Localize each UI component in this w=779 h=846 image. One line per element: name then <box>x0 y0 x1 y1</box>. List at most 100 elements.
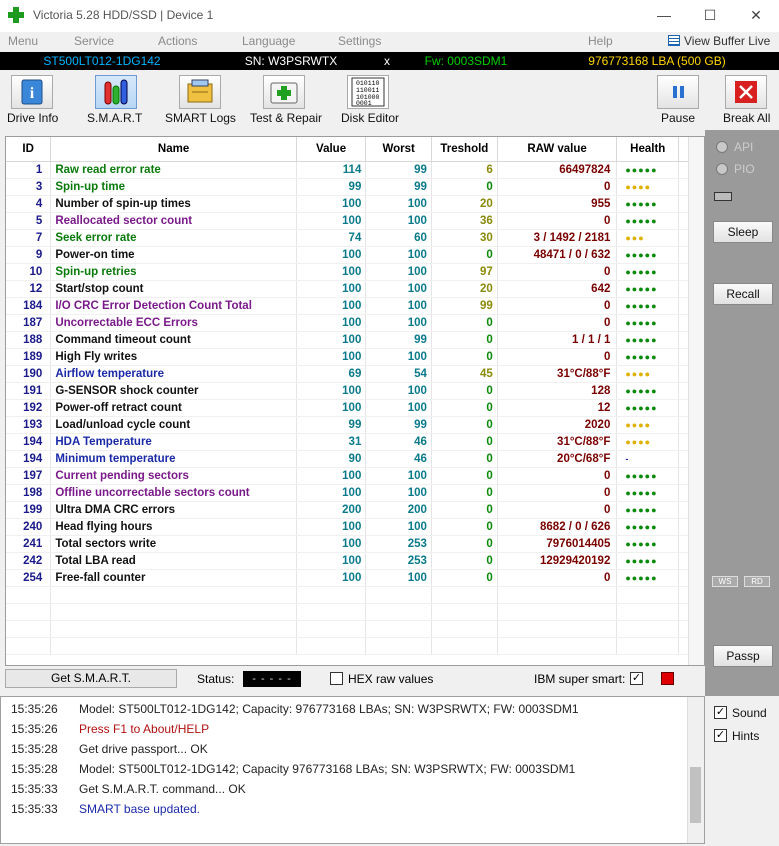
attr-name: Uncorrectable ECC Errors <box>50 314 297 332</box>
empty-cell <box>6 603 52 621</box>
table-row[interactable]: 12 Start/stop count 100 100 20 642 ●●●●● <box>6 280 704 298</box>
menu-actions[interactable]: Actions <box>158 34 197 48</box>
empty-cell <box>365 586 432 604</box>
device-close-button[interactable]: x <box>380 53 394 69</box>
smart-button[interactable] <box>95 75 137 109</box>
col-raw-header[interactable]: RAW value <box>497 137 618 162</box>
attr-raw: 3 / 1492 / 2181 <box>497 229 618 247</box>
hex-raw-checkbox[interactable] <box>330 672 343 685</box>
api-radio[interactable] <box>716 141 728 153</box>
table-row[interactable]: 5 Reallocated sector count 100 100 36 0 ●●●●● <box>6 212 704 230</box>
empty-cell <box>616 586 680 604</box>
passport-button[interactable]: Passp <box>713 645 773 667</box>
table-row[interactable]: 191 G-SENSOR shock counter 100 100 0 128 ●●●●● <box>6 382 704 400</box>
sleep-button[interactable]: Sleep <box>713 221 773 243</box>
disk-editor-button[interactable]: 010110 110011 101000 0001 <box>347 75 389 109</box>
toolbar: i Drive Info S.M.A.R.T SMART Logs Test &… <box>0 70 779 130</box>
log-time: 15:35:33 <box>11 782 58 796</box>
col-worst-header[interactable]: Worst <box>365 137 432 162</box>
table-row[interactable]: 4 Number of spin-up times 100 100 20 955 ●●●●● <box>6 195 704 213</box>
empty-cell <box>6 586 52 604</box>
attr-name: Seek error rate <box>50 229 297 247</box>
menu-settings[interactable]: Settings <box>338 34 381 48</box>
attr-raw: 48471 / 0 / 632 <box>497 246 618 264</box>
test-repair-button[interactable] <box>263 75 305 109</box>
attr-health: ●●●●● <box>616 518 680 536</box>
table-row[interactable]: 190 Airflow temperature 69 54 45 31°C/88°F ●●●… <box>6 365 704 383</box>
rd-button[interactable]: RD <box>744 576 770 587</box>
ibm-super-smart-checkbox[interactable]: ✓ <box>630 672 643 685</box>
col-id-header[interactable]: ID <box>6 137 52 162</box>
col-health-header[interactable]: Health <box>616 137 680 162</box>
table-row[interactable]: 1 Raw read error rate 114 99 6 66497824 ●●●●● <box>6 161 704 179</box>
hints-checkbox[interactable]: ✓ <box>714 729 727 742</box>
table-row[interactable]: 9 Power-on time 100 100 0 48471 / 0 / 632 ●●●●… <box>6 246 704 264</box>
table-row[interactable]: 184 I/O CRC Error Detection Count Total 10… <box>6 297 704 315</box>
col-name-header[interactable]: Name <box>50 137 297 162</box>
col-threshold-header[interactable]: Treshold <box>431 137 498 162</box>
table-row[interactable]: 254 Free-fall counter 100 100 0 0 ●●●●● <box>6 569 704 587</box>
pio-radio[interactable] <box>716 163 728 175</box>
attr-health: ●●●● <box>616 416 680 434</box>
table-scrollbar[interactable] <box>688 137 704 665</box>
table-row[interactable]: 194 Minimum temperature 90 46 0 20°C/68°F - <box>6 450 704 468</box>
attr-value: 100 <box>296 484 367 502</box>
table-row[interactable]: 199 Ultra DMA CRC errors 200 200 0 0 ●●●●● <box>6 501 704 519</box>
binary-editor-icon: 010110 110011 101000 0001 <box>351 77 385 107</box>
table-row[interactable]: 240 Head flying hours 100 100 0 8682 / 0 / 62… <box>6 518 704 536</box>
minimize-button[interactable]: — <box>641 0 687 30</box>
attr-name: G-SENSOR shock counter <box>50 382 297 400</box>
attr-health: ●●●●● <box>616 382 680 400</box>
attr-worst: 100 <box>365 518 432 536</box>
attr-worst: 99 <box>365 331 432 349</box>
table-row[interactable]: 3 Spin-up time 99 99 0 0 ●●●● <box>6 178 704 196</box>
close-window-button[interactable]: ✕ <box>733 0 779 30</box>
menu-service[interactable]: Service <box>74 34 114 48</box>
table-row[interactable]: 241 Total sectors write 100 253 0 7976014405 ●… <box>6 535 704 553</box>
attr-worst: 100 <box>365 212 432 230</box>
table-row[interactable]: 7 Seek error rate 74 60 30 3 / 1492 / 2181 ●●● <box>6 229 704 247</box>
recall-button[interactable]: Recall <box>713 283 773 305</box>
table-row[interactable]: 193 Load/unload cycle count 99 99 0 2020 ●●●● <box>6 416 704 434</box>
drive-info-button[interactable]: i <box>11 75 53 109</box>
pause-button[interactable] <box>657 75 699 109</box>
table-row[interactable]: 242 Total LBA read 100 253 0 12929420192 ●●●●● <box>6 552 704 570</box>
sound-checkbox[interactable]: ✓ <box>714 706 727 719</box>
table-row[interactable]: 189 High Fly writes 100 100 0 0 ●●●●● <box>6 348 704 366</box>
table-row[interactable]: 10 Spin-up retries 100 100 97 0 ●●●●● <box>6 263 704 281</box>
ws-button[interactable]: WS <box>712 576 738 587</box>
menu-menu[interactable]: Menu <box>8 34 38 48</box>
table-row[interactable]: 188 Command timeout count 100 99 0 1 / 1 / 1 ●… <box>6 331 704 349</box>
log-time: 15:35:26 <box>11 702 58 716</box>
attr-threshold: 0 <box>431 552 498 570</box>
attr-raw: 31°C/88°F <box>497 433 618 451</box>
attr-raw: 955 <box>497 195 618 213</box>
menu-help[interactable]: Help <box>588 34 613 48</box>
col-value-header[interactable]: Value <box>296 137 367 162</box>
drive-info-label: Drive Info <box>7 111 59 125</box>
maximize-button[interactable]: ☐ <box>687 0 733 30</box>
view-buffer-live[interactable]: View Buffer Live <box>668 34 770 48</box>
get-smart-button[interactable]: Get S.M.A.R.T. <box>5 669 177 688</box>
attr-id: 198 <box>6 484 52 502</box>
table-row[interactable]: 187 Uncorrectable ECC Errors 100 100 0 0 ●●●●● <box>6 314 704 332</box>
smart-logs-button[interactable] <box>179 75 221 109</box>
log-message: Get S.M.A.R.T. command... OK <box>79 782 246 796</box>
empty-cell <box>6 637 52 655</box>
attr-name: Number of spin-up times <box>50 195 297 213</box>
table-row[interactable]: 194 HDA Temperature 31 46 0 31°C/88°F ●●●● <box>6 433 704 451</box>
attr-raw: 0 <box>497 314 618 332</box>
empty-cell <box>365 603 432 621</box>
attr-value: 100 <box>296 382 367 400</box>
attr-value: 100 <box>296 195 367 213</box>
break-all-button[interactable] <box>725 75 767 109</box>
attr-id: 10 <box>6 263 52 281</box>
log-scroll-thumb[interactable] <box>690 767 701 823</box>
attr-health: ●●●●● <box>616 212 680 230</box>
table-row[interactable]: 198 Offline uncorrectable sectors count 10… <box>6 484 704 502</box>
menu-language[interactable]: Language <box>242 34 295 48</box>
table-row[interactable]: 197 Current pending sectors 100 100 0 0 ●●●●● <box>6 467 704 485</box>
attr-value: 100 <box>296 246 367 264</box>
table-row[interactable]: 192 Power-off retract count 100 100 0 12 ●●●●● <box>6 399 704 417</box>
attr-health: ●●●●● <box>616 280 680 298</box>
